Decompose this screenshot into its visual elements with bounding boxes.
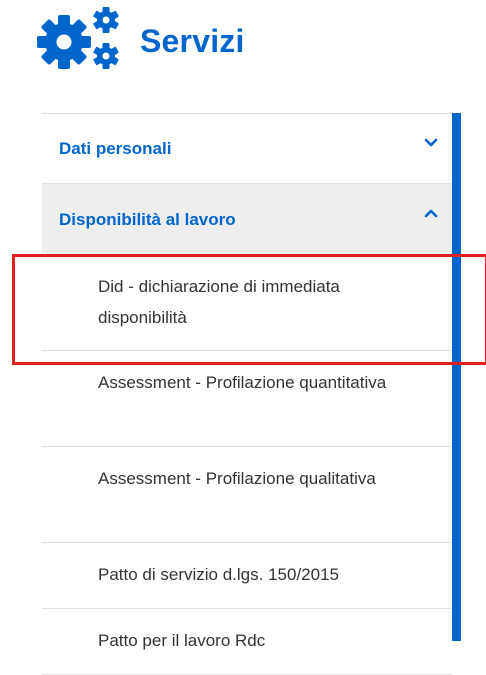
section-label: Dati personali — [59, 138, 172, 158]
menu-item-assessment-qualitativa[interactable]: Assessment - Profilazione qualitativa — [42, 447, 452, 543]
chevron-up-icon — [424, 209, 438, 218]
menu-item-patto-per-il-lavoro[interactable]: Patto per il lavoro Rdc — [42, 609, 452, 675]
services-menu: Dati personali Disponibilità al lavoro D… — [42, 113, 452, 675]
page-title: Servizi — [140, 22, 245, 59]
menu-item-patto-di-servizio[interactable]: Patto di servizio d.lgs. 150/2015 — [42, 543, 452, 609]
menu-item-label: Patto di servizio d.lgs. 150/2015 — [98, 565, 339, 584]
menu-item-assessment-quantitativa[interactable]: Assessment - Profilazione quantitativa — [42, 351, 452, 447]
menu-item-label: Did - dichiarazione di immediata disponi… — [98, 277, 340, 327]
section-dati-personali[interactable]: Dati personali — [42, 113, 452, 183]
sidebar-accent-bar — [452, 113, 461, 641]
gears-icon — [36, 6, 130, 76]
menu-item-did[interactable]: Did - dichiarazione di immediata disponi… — [42, 255, 452, 351]
chevron-down-icon — [424, 138, 438, 147]
section-label: Disponibilità al lavoro — [59, 209, 236, 229]
menu-item-label: Assessment - Profilazione qualitativa — [98, 469, 376, 488]
menu-item-label: Assessment - Profilazione quantitativa — [98, 373, 387, 392]
page-header: Servizi — [36, 6, 245, 76]
section-disponibilita-al-lavoro[interactable]: Disponibilità al lavoro — [42, 183, 452, 255]
